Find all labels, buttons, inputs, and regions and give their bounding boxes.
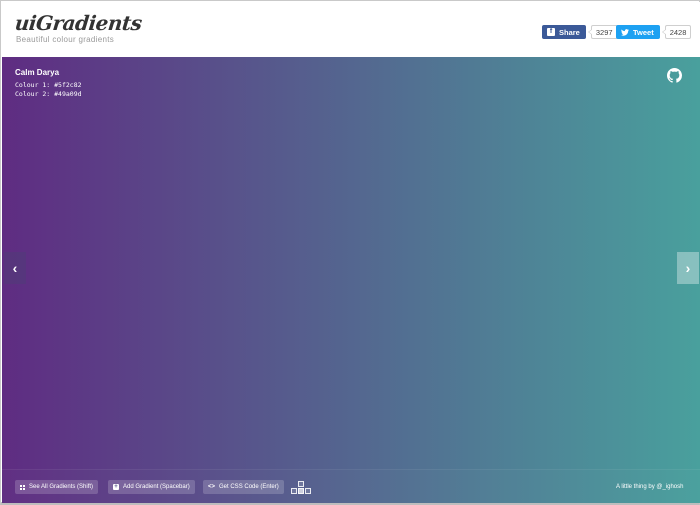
add-gradient-button[interactable]: + Add Gradient (Spacebar) (108, 480, 195, 494)
tweet-label: Tweet (633, 27, 654, 37)
facebook-icon: f (547, 28, 555, 36)
get-css-label: Get CSS Code (Enter) (219, 484, 279, 490)
facebook-share-count: 3297 (587, 25, 618, 39)
gradient-colour-2: Colour 2: #49a09d (15, 90, 82, 98)
facebook-share-button[interactable]: f Share (542, 25, 586, 39)
tagline: Beautiful colour gradients (16, 35, 115, 44)
twitter-icon (621, 28, 629, 36)
next-gradient-button[interactable]: › (677, 252, 699, 284)
gradient-canvas: Calm Darya Colour 1: #5f2c82 Colour 2: #… (2, 57, 700, 503)
arrow-key-down-icon (298, 488, 304, 494)
author-credit[interactable]: A little thing by @_ighosh (616, 484, 683, 490)
footer-bar: See All Gradients (Shift) + Add Gradient… (2, 469, 700, 503)
gradient-colour-1: Colour 1: #5f2c82 (15, 81, 82, 89)
prev-gradient-button[interactable]: ‹ (4, 252, 26, 284)
chevron-right-icon: › (685, 260, 691, 276)
arrow-key-right-icon (305, 488, 311, 494)
plus-icon: + (113, 484, 119, 490)
code-icon: <> (208, 484, 216, 490)
see-all-label: See All Gradients (Shift) (29, 484, 94, 490)
logo[interactable]: uiGradients (14, 11, 143, 35)
tweet-button[interactable]: Tweet (616, 25, 660, 39)
arrow-key-up-icon (298, 481, 304, 487)
twitter-share: Tweet 2428 (616, 25, 692, 39)
chevron-left-icon: ‹ (12, 260, 18, 276)
tweet-count: 2428 (661, 25, 692, 39)
see-all-gradients-button[interactable]: See All Gradients (Shift) (15, 480, 99, 494)
add-gradient-label: Add Gradient (Spacebar) (123, 484, 190, 490)
arrow-key-left-icon (291, 488, 297, 494)
gradient-name: Calm Darya (15, 68, 60, 77)
facebook-share-label: Share (559, 27, 580, 37)
app-window: uiGradients Beautiful colour gradients f… (0, 0, 700, 505)
keyboard-arrows-icon (290, 481, 312, 495)
grid-icon (20, 484, 25, 490)
github-icon[interactable] (667, 68, 682, 83)
header: uiGradients Beautiful colour gradients f… (2, 2, 700, 57)
facebook-share: f Share 3297 (542, 25, 618, 39)
get-css-code-button[interactable]: <> Get CSS Code (Enter) (203, 480, 284, 494)
